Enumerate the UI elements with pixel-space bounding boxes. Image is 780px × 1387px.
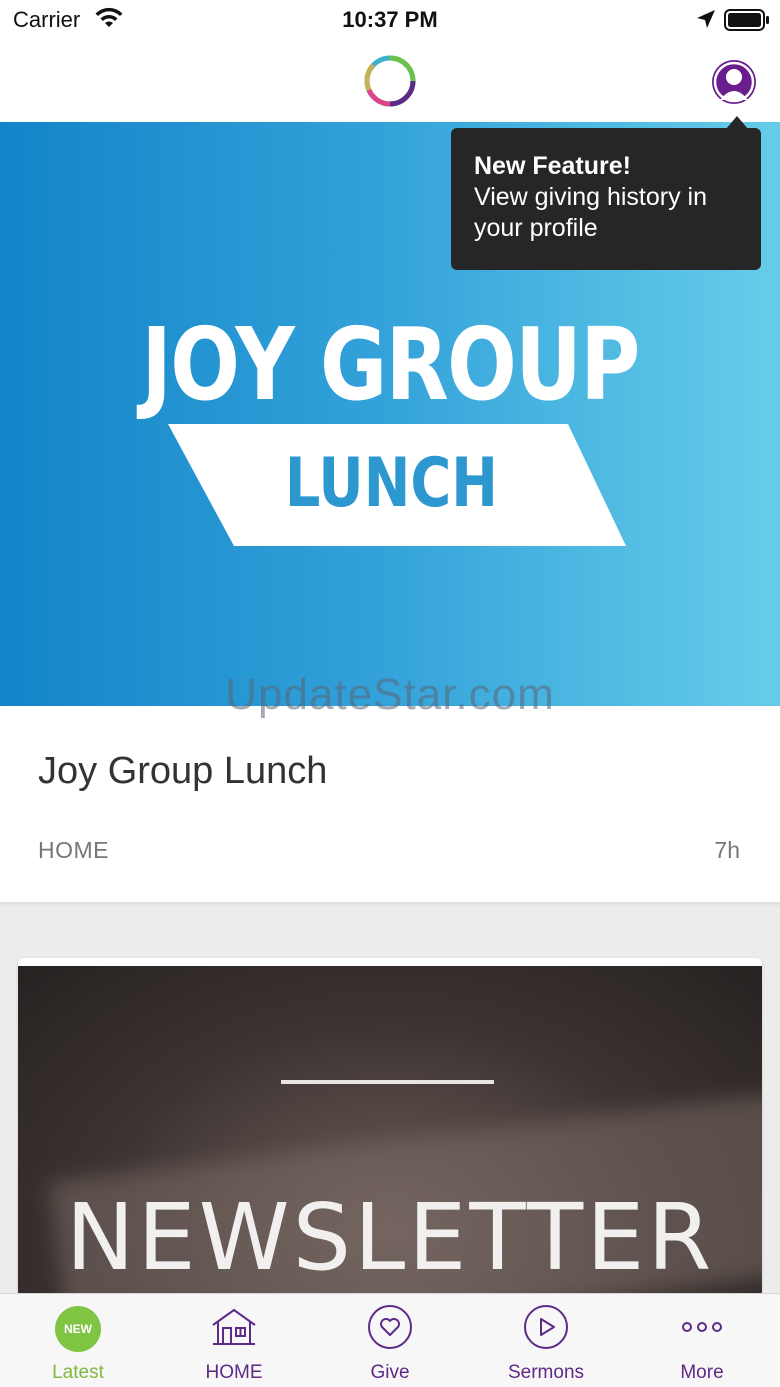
hero-headline: JOY GROUP bbox=[141, 306, 640, 423]
tab-label: More bbox=[680, 1362, 724, 1383]
newsletter-image-text: NEWSLETTER bbox=[65, 1184, 715, 1291]
house-icon bbox=[212, 1308, 256, 1345]
feed-card-category: HOME bbox=[38, 837, 109, 863]
tab-more[interactable]: More bbox=[624, 1294, 780, 1387]
hero-subheadline: LUNCH bbox=[284, 444, 498, 523]
tab-latest[interactable]: NEW Latest bbox=[0, 1294, 156, 1387]
feed-card-age: 7h bbox=[714, 837, 740, 863]
new-badge-icon: NEW bbox=[55, 1306, 101, 1352]
location-arrow-icon bbox=[697, 10, 715, 28]
tab-bar: NEW Latest HOME Give Sermons More bbox=[0, 1293, 780, 1387]
play-icon bbox=[524, 1305, 568, 1349]
app-header bbox=[0, 40, 780, 122]
newsletter-card[interactable]: NEWSLETTER bbox=[18, 958, 762, 1298]
profile-button[interactable] bbox=[712, 60, 756, 104]
newsletter-divider bbox=[281, 1080, 494, 1084]
tooltip-body: View giving history in your profile bbox=[474, 183, 707, 242]
user-avatar-icon bbox=[713, 61, 755, 103]
feed-card[interactable]: Joy Group Lunch HOME 7h bbox=[0, 706, 780, 902]
newsletter-image: NEWSLETTER bbox=[18, 966, 762, 1298]
tooltip-title: New Feature! bbox=[474, 152, 631, 180]
tab-give[interactable]: Give bbox=[312, 1294, 468, 1387]
new-feature-tooltip[interactable]: New Feature! View giving history in your… bbox=[451, 116, 761, 270]
clock: 10:37 PM bbox=[342, 7, 438, 32]
watermark: UpdateStar.com bbox=[225, 670, 555, 719]
tab-label: Sermons bbox=[507, 1362, 585, 1383]
tab-label: Give bbox=[370, 1362, 410, 1383]
battery-icon bbox=[724, 9, 769, 31]
tab-home[interactable]: HOME bbox=[156, 1294, 312, 1387]
tab-label: HOME bbox=[205, 1362, 263, 1383]
tab-sermons[interactable]: Sermons bbox=[468, 1294, 624, 1387]
tab-label: Latest bbox=[52, 1362, 104, 1383]
more-dots-icon bbox=[682, 1322, 722, 1332]
heart-icon bbox=[368, 1305, 412, 1349]
app-logo-ring-icon bbox=[364, 55, 416, 107]
status-bar: Carrier 10:37 PM bbox=[0, 0, 780, 40]
tooltip-arrow bbox=[726, 116, 748, 129]
feed-card-title: Joy Group Lunch bbox=[38, 750, 328, 792]
